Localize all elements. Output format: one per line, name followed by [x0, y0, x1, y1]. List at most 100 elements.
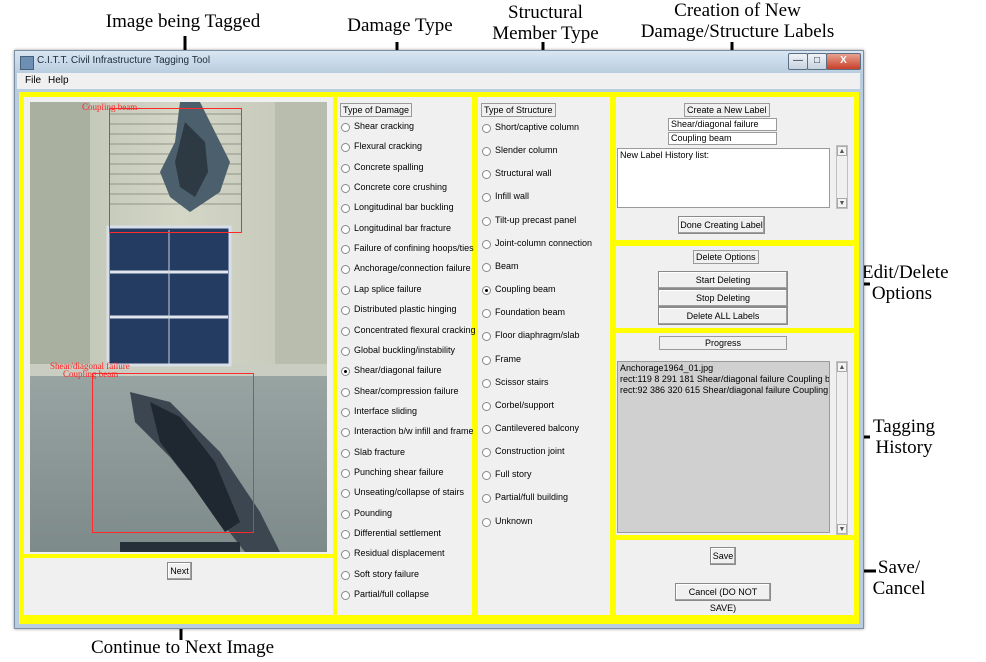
structure-option[interactable]: Full story [478, 469, 610, 483]
radio-button-icon[interactable] [482, 309, 491, 319]
radio-button-icon[interactable] [341, 489, 350, 499]
damage-option[interactable]: Slab fracture [337, 447, 472, 461]
radio-button-icon[interactable] [341, 326, 350, 336]
radio-button-icon[interactable] [341, 123, 350, 132]
damage-label-input[interactable]: Shear/diagonal failure [668, 118, 777, 131]
radio-button-icon[interactable] [341, 163, 350, 173]
radio-button-icon[interactable] [341, 509, 350, 519]
close-button[interactable]: X [826, 53, 861, 70]
radio-button-icon[interactable] [341, 550, 350, 560]
scroll-up-arrow-icon[interactable]: ▲ [837, 362, 847, 372]
radio-button-icon[interactable] [341, 570, 350, 580]
done-creating-label-button[interactable]: Done Creating Label [678, 216, 765, 234]
radio-button-icon[interactable] [341, 407, 350, 417]
progress-scrollbar[interactable]: ▲ ▼ [836, 361, 848, 535]
maximize-button[interactable]: □ [807, 53, 827, 70]
structure-option[interactable]: Corbel/support [478, 400, 610, 414]
delete-all-labels-button[interactable]: Delete ALL Labels [658, 307, 788, 325]
minimize-button[interactable]: — [788, 53, 808, 70]
radio-button-icon[interactable] [482, 170, 491, 180]
radio-button-icon[interactable] [482, 193, 491, 203]
radio-button-icon[interactable] [341, 346, 350, 356]
menu-help[interactable]: Help [48, 75, 69, 86]
radio-button-icon[interactable] [482, 471, 491, 481]
damage-option[interactable]: Distributed plastic hinging [337, 304, 472, 318]
radio-button-icon[interactable] [341, 245, 350, 255]
radio-button-icon[interactable] [482, 286, 491, 296]
radio-button-icon[interactable] [482, 262, 491, 272]
radio-button-icon[interactable] [482, 124, 491, 133]
structure-option[interactable]: Coupling beam [478, 284, 610, 298]
radio-button-icon[interactable] [341, 530, 350, 539]
bounding-box-lower[interactable] [92, 373, 254, 533]
radio-button-icon[interactable] [341, 448, 350, 458]
new-label-history-list[interactable]: New Label History list: [617, 148, 830, 208]
damage-option[interactable]: Failure of confining hoops/ties [337, 243, 474, 257]
structure-option[interactable]: Short/captive column [478, 122, 610, 136]
radio-button-icon[interactable] [482, 424, 491, 434]
stop-deleting-button[interactable]: Stop Deleting [658, 289, 788, 307]
scroll-down-arrow-icon[interactable]: ▼ [837, 524, 847, 534]
damage-option[interactable]: Longitudinal bar fracture [337, 223, 472, 237]
structure-option[interactable]: Slender column [478, 145, 610, 159]
radio-button-icon[interactable] [482, 355, 491, 365]
radio-button-icon[interactable] [482, 332, 491, 342]
damage-option[interactable]: Shear/diagonal failure [337, 365, 472, 379]
scroll-up-arrow-icon[interactable]: ▲ [837, 146, 847, 156]
damage-option[interactable]: Longitudinal bar buckling [337, 202, 472, 216]
radio-button-icon[interactable] [341, 387, 350, 397]
radio-button-icon[interactable] [482, 494, 491, 504]
damage-option[interactable]: Punching shear failure [337, 467, 472, 481]
damage-option[interactable]: Shear/compression failure [337, 386, 472, 400]
save-button[interactable]: Save [710, 547, 736, 565]
damage-option[interactable]: Concrete core crushing [337, 182, 472, 196]
radio-button-icon[interactable] [482, 239, 491, 249]
radio-button-icon[interactable] [341, 204, 350, 214]
radio-button-icon[interactable] [341, 428, 350, 438]
progress-history-list[interactable]: Anchorage1964_01.jpg rect:119 8 291 181 … [617, 361, 830, 533]
radio-button-icon[interactable] [482, 517, 491, 527]
structure-option[interactable]: Partial/full building [478, 492, 610, 506]
damage-option[interactable]: Pounding [337, 508, 472, 522]
damage-option[interactable]: Soft story failure [337, 569, 472, 583]
structure-option[interactable]: Foundation beam [478, 307, 610, 321]
structure-option[interactable]: Unknown [478, 516, 610, 530]
damage-option[interactable]: Global buckling/instability [337, 345, 472, 359]
radio-button-icon[interactable] [482, 378, 491, 388]
radio-button-icon[interactable] [341, 468, 350, 478]
damage-option[interactable]: Lap splice failure [337, 284, 472, 298]
radio-button-icon[interactable] [482, 147, 491, 157]
structure-option[interactable]: Construction joint [478, 446, 610, 460]
structure-option[interactable]: Joint-column connection [478, 238, 610, 252]
radio-button-icon[interactable] [341, 224, 350, 234]
structure-option[interactable]: Structural wall [478, 168, 610, 182]
radio-button-icon[interactable] [341, 367, 350, 377]
structure-label-input[interactable]: Coupling beam [668, 132, 777, 145]
radio-button-icon[interactable] [341, 265, 350, 275]
structure-option[interactable]: Frame [478, 354, 610, 368]
damage-option[interactable]: Flexural cracking [337, 141, 472, 155]
scroll-down-arrow-icon[interactable]: ▼ [837, 198, 847, 208]
damage-option[interactable]: Differential settlement [337, 528, 472, 542]
structure-option[interactable]: Beam [478, 261, 610, 275]
next-button[interactable]: Next [167, 562, 192, 580]
damage-option[interactable]: Partial/full collapse [337, 589, 472, 603]
radio-button-icon[interactable] [341, 306, 350, 316]
damage-option[interactable]: Interaction b/w infill and frame [337, 426, 474, 440]
structure-option[interactable]: Infill wall [478, 191, 610, 205]
damage-option[interactable]: Unseating/collapse of stairs [337, 487, 472, 501]
damage-option[interactable]: Concentrated flexural cracking [337, 325, 476, 339]
bounding-box-upper[interactable] [109, 108, 242, 233]
damage-option[interactable]: Interface sliding [337, 406, 472, 420]
tagged-image[interactable]: Coupling beam Shear/diagonal failure Cou… [30, 102, 327, 552]
radio-button-icon[interactable] [341, 591, 350, 601]
damage-option[interactable]: Residual displacement [337, 548, 472, 562]
menu-file[interactable]: File [25, 75, 41, 86]
structure-option[interactable]: Scissor stairs [478, 377, 610, 391]
radio-button-icon[interactable] [341, 143, 350, 153]
new-label-history-scrollbar[interactable]: ▲ ▼ [836, 145, 848, 209]
radio-button-icon[interactable] [482, 216, 491, 226]
structure-option[interactable]: Cantilevered balcony [478, 423, 610, 437]
radio-button-icon[interactable] [482, 448, 491, 458]
start-deleting-button[interactable]: Start Deleting [658, 271, 788, 289]
